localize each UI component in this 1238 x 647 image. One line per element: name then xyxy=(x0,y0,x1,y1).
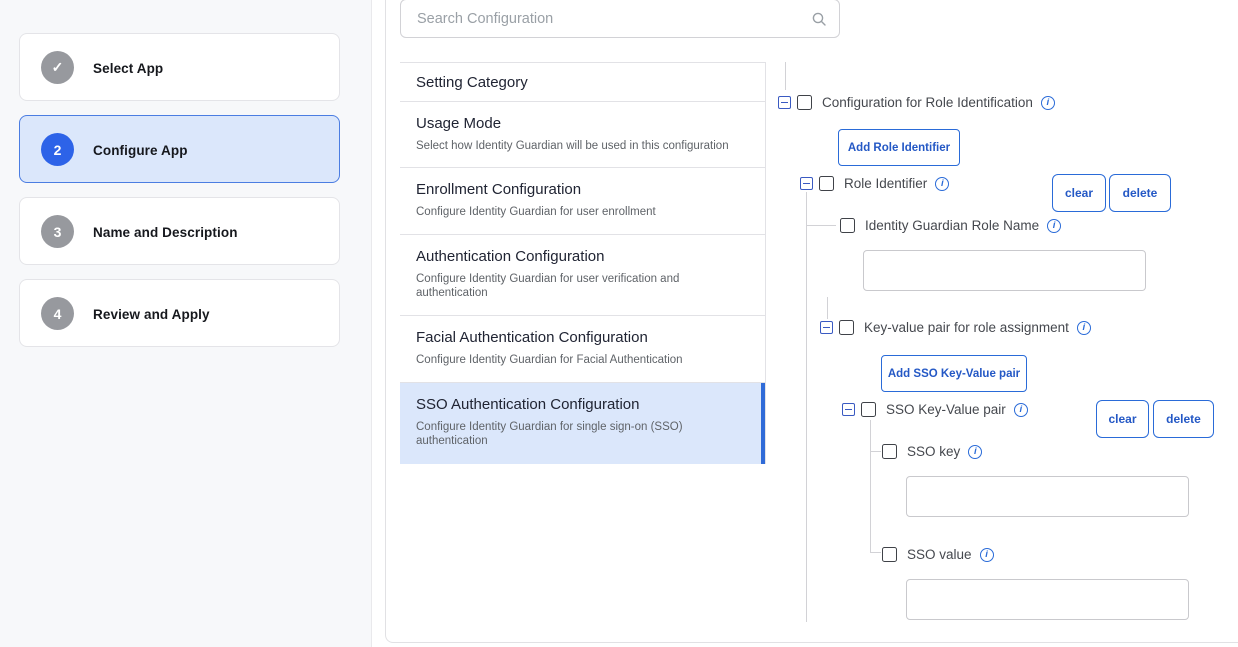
node-label: SSO value xyxy=(907,547,972,562)
category-description: Configure Identity Guardian for Facial A… xyxy=(416,353,759,367)
collapse-toggle-icon[interactable] xyxy=(820,321,833,334)
add-sso-key-value-pair-button[interactable]: Add SSO Key-Value pair xyxy=(881,355,1027,392)
node-label: Role Identifier xyxy=(844,176,927,191)
step-label: Review and Apply xyxy=(93,280,210,348)
node-checkbox[interactable] xyxy=(797,95,812,110)
step-number-badge: 3 xyxy=(41,215,74,248)
info-icon[interactable]: i xyxy=(1041,96,1055,110)
tree-connector-line xyxy=(870,552,881,553)
setting-category-panel: Setting Category Usage Mode Select how I… xyxy=(400,62,766,464)
node-label: SSO Key-Value pair xyxy=(886,402,1006,417)
category-item-enrollment-configuration[interactable]: Enrollment Configuration Configure Ident… xyxy=(400,168,765,235)
step-item-review-and-apply[interactable]: 4 Review and Apply xyxy=(19,279,340,347)
category-title: Authentication Configuration xyxy=(416,248,759,265)
node-label: Key-value pair for role assignment xyxy=(864,320,1069,335)
delete-button[interactable]: delete xyxy=(1153,400,1214,438)
info-icon[interactable]: i xyxy=(1077,321,1091,335)
sso-value-input[interactable] xyxy=(906,579,1189,620)
category-item-authentication-configuration[interactable]: Authentication Configuration Configure I… xyxy=(400,235,765,316)
step-number-badge: 2 xyxy=(41,133,74,166)
tree-connector-line xyxy=(827,297,828,319)
info-icon[interactable]: i xyxy=(980,548,994,562)
clear-button[interactable]: clear xyxy=(1052,174,1106,212)
step-label: Select App xyxy=(93,34,163,102)
collapse-toggle-icon[interactable] xyxy=(778,96,791,109)
tree-node-sso-value: SSO value i xyxy=(882,546,994,563)
tree-connector-line xyxy=(806,192,807,622)
tree-node-sso-key: SSO key i xyxy=(882,443,982,460)
tree-connector-line xyxy=(785,62,786,90)
node-label: Configuration for Role Identification xyxy=(822,95,1033,110)
setting-category-header: Setting Category xyxy=(400,63,765,102)
add-role-identifier-button[interactable]: Add Role Identifier xyxy=(838,129,960,166)
category-title: SSO Authentication Configuration xyxy=(416,396,759,413)
category-item-facial-authentication-configuration[interactable]: Facial Authentication Configuration Conf… xyxy=(400,316,765,383)
node-checkbox[interactable] xyxy=(839,320,854,335)
category-description: Configure Identity Guardian for user enr… xyxy=(416,205,759,219)
category-description: Configure Identity Guardian for single s… xyxy=(416,420,759,448)
step-label: Name and Description xyxy=(93,198,238,266)
tree-node-key-value-pair: Key-value pair for role assignment i xyxy=(820,319,1091,336)
step-item-configure-app[interactable]: 2 Configure App xyxy=(19,115,340,183)
step-number-badge: 4 xyxy=(41,297,74,330)
tree-node-sso-pair: SSO Key-Value pair i xyxy=(842,401,1028,418)
node-checkbox[interactable] xyxy=(882,547,897,562)
step-item-select-app[interactable]: ✓ Select App xyxy=(19,33,340,101)
category-item-sso-authentication-configuration[interactable]: SSO Authentication Configuration Configu… xyxy=(400,383,765,464)
info-icon[interactable]: i xyxy=(968,445,982,459)
info-icon[interactable]: i xyxy=(935,177,949,191)
info-icon[interactable]: i xyxy=(1047,219,1061,233)
category-title: Usage Mode xyxy=(416,115,759,132)
category-description: Configure Identity Guardian for user ver… xyxy=(416,272,759,300)
app-window: ✓ Select App 2 Configure App 3 Name and … xyxy=(0,0,1238,647)
tree-connector-line xyxy=(870,451,881,452)
tree-node-role-identification: Configuration for Role Identification i xyxy=(778,94,1055,111)
check-icon: ✓ xyxy=(41,51,74,84)
step-label: Configure App xyxy=(93,116,188,184)
clear-button[interactable]: clear xyxy=(1096,400,1149,438)
node-checkbox[interactable] xyxy=(819,176,834,191)
configuration-tree: Configuration for Role Identification i … xyxy=(766,0,1238,647)
category-description: Select how Identity Guardian will be use… xyxy=(416,139,759,153)
tree-node-role-name: Identity Guardian Role Name i xyxy=(840,217,1061,234)
node-checkbox[interactable] xyxy=(840,218,855,233)
node-checkbox[interactable] xyxy=(882,444,897,459)
category-item-usage-mode[interactable]: Usage Mode Select how Identity Guardian … xyxy=(400,102,765,168)
step-item-name-and-description[interactable]: 3 Name and Description xyxy=(19,197,340,265)
collapse-toggle-icon[interactable] xyxy=(842,403,855,416)
tree-connector-line xyxy=(806,225,836,226)
node-label: SSO key xyxy=(907,444,960,459)
node-label: Identity Guardian Role Name xyxy=(865,218,1039,233)
sso-key-input[interactable] xyxy=(906,476,1189,517)
category-title: Enrollment Configuration xyxy=(416,181,759,198)
node-checkbox[interactable] xyxy=(861,402,876,417)
info-icon[interactable]: i xyxy=(1014,403,1028,417)
tree-connector-line xyxy=(870,420,871,553)
delete-button[interactable]: delete xyxy=(1109,174,1171,212)
collapse-toggle-icon[interactable] xyxy=(800,177,813,190)
stepper-sidebar: ✓ Select App 2 Configure App 3 Name and … xyxy=(0,0,372,647)
role-name-input[interactable] xyxy=(863,250,1146,291)
tree-node-role-identifier: Role Identifier i xyxy=(800,175,949,192)
category-title: Facial Authentication Configuration xyxy=(416,329,759,346)
